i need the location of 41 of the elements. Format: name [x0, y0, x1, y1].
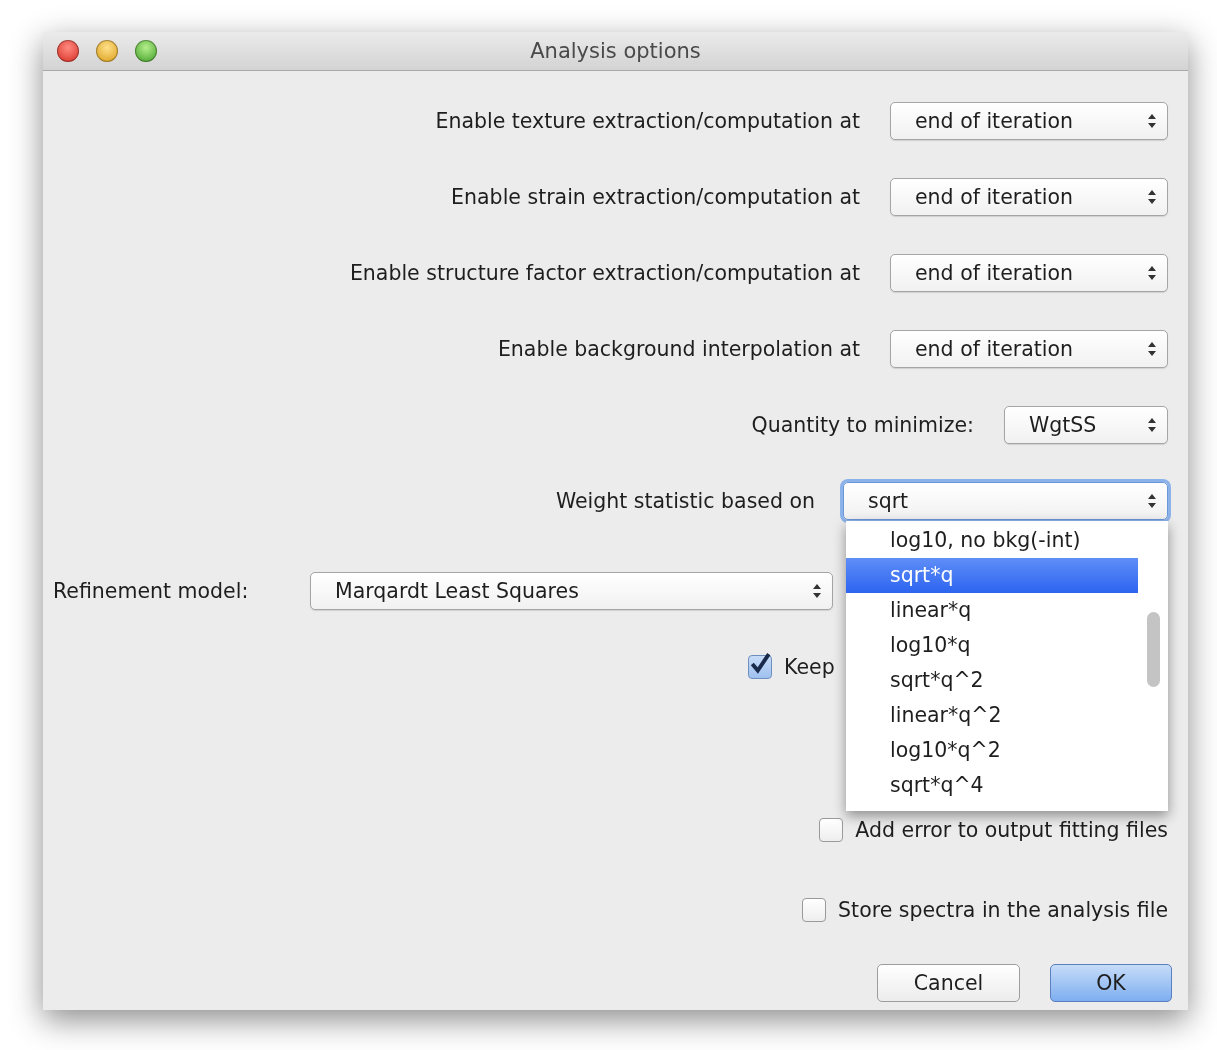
zoom-button[interactable] [135, 40, 157, 62]
popup-button[interactable]: end of iteration [890, 178, 1168, 216]
checkbox[interactable] [819, 818, 844, 842]
up-down-arrows-icon [1147, 492, 1157, 510]
checkbox-label: Add error to output fitting files [855, 818, 1168, 842]
field-label: Refinement model: [53, 579, 250, 603]
menu-item[interactable]: linear*q^2 [846, 698, 1138, 733]
popup-button[interactable]: Marqardt Least Squares [310, 572, 833, 610]
up-down-arrows-icon [1147, 416, 1157, 434]
window-title: Analysis options [530, 39, 701, 63]
close-button[interactable] [57, 40, 79, 62]
up-down-arrows-icon [1147, 112, 1157, 130]
popup-button[interactable]: end of iteration [890, 102, 1168, 140]
field-label: Enable strain extraction/computation at [451, 185, 860, 209]
menu-item[interactable]: sqrt*q^2 [846, 663, 1138, 698]
menu-item[interactable]: log10, no bkg(-int) [846, 523, 1138, 558]
up-down-arrows-icon [1147, 264, 1157, 282]
up-down-arrows-icon [812, 582, 822, 600]
up-down-arrows-icon [1147, 188, 1157, 206]
minimize-button[interactable] [96, 40, 118, 62]
scrollbar-thumb[interactable] [1147, 612, 1160, 687]
up-down-arrows-icon [1147, 340, 1157, 358]
popup-button[interactable]: end of iteration [890, 330, 1168, 368]
menu-item[interactable]: log10*q [846, 628, 1138, 663]
checkbox[interactable] [802, 898, 827, 922]
ok-button[interactable]: OK [1050, 964, 1172, 1002]
field-label: Enable texture extraction/computation at [435, 109, 860, 133]
field-label: Enable background interpolation at [497, 337, 860, 361]
field-label: Weight statistic based on [555, 489, 815, 513]
field-label: Enable structure factor extraction/computation at [349, 261, 860, 285]
popup-button[interactable]: end of iteration [890, 254, 1168, 292]
cancel-button[interactable]: Cancel [877, 964, 1020, 1002]
menu-item[interactable]: log10*q^2 [846, 733, 1138, 768]
checkbox-label: Keep [784, 654, 835, 679]
checkbox[interactable] [748, 654, 772, 679]
field-label: Quantity to minimize: [751, 413, 974, 437]
checkbox-label: Store spectra in the analysis file [838, 898, 1168, 922]
menu-item[interactable]: sqrt*q [846, 558, 1138, 593]
menu-item[interactable]: linear*q [846, 593, 1138, 628]
menu-item[interactable]: sqrt*q^4 [846, 768, 1138, 803]
popup-button[interactable]: WgtSS [1004, 406, 1168, 444]
